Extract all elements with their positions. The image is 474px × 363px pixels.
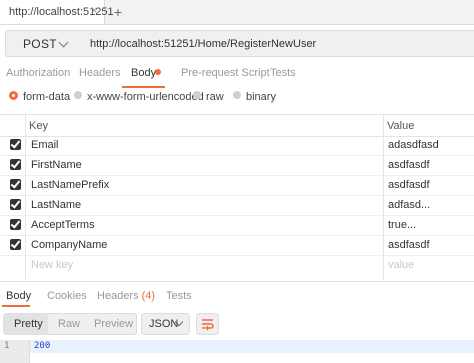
close-icon[interactable]: × xyxy=(91,5,97,17)
url-text: http://localhost:51251/Home/RegisterNewU… xyxy=(90,38,317,50)
row-key[interactable]: AcceptTerms xyxy=(31,219,95,231)
active-line-highlight xyxy=(30,340,474,353)
tab-tests[interactable]: Tests xyxy=(270,67,296,79)
form-data-table: Key Value Email adasdfasd FirstName asdf… xyxy=(0,114,474,280)
active-tab-underline xyxy=(122,86,165,88)
method-select[interactable]: POST xyxy=(5,30,80,57)
radio-raw[interactable] xyxy=(193,91,201,99)
response-headers-label: Headers xyxy=(97,290,139,302)
checkbox-checked-icon[interactable] xyxy=(10,159,21,170)
format-preview-button[interactable]: Preview xyxy=(94,318,133,330)
line-gutter: 1 xyxy=(0,340,30,363)
tab-authorization[interactable]: Authorization xyxy=(6,67,70,79)
key-column-header: Key xyxy=(29,120,48,132)
tab-strip: http://localhost:51251 × + xyxy=(0,0,474,25)
table-header: Key Value xyxy=(0,114,474,137)
row-value[interactable]: adfasd... xyxy=(388,199,430,211)
new-tab-button[interactable]: + xyxy=(108,3,128,21)
url-input[interactable]: http://localhost:51251/Home/RegisterNewU… xyxy=(79,30,474,57)
response-tab-tests[interactable]: Tests xyxy=(166,290,192,302)
new-key-input[interactable]: New key xyxy=(31,259,73,271)
radio-binary[interactable] xyxy=(233,91,241,99)
tab-headers[interactable]: Headers xyxy=(79,67,121,79)
row-key[interactable]: LastName xyxy=(31,199,81,211)
method-label: POST xyxy=(23,37,57,51)
wrap-lines-button[interactable] xyxy=(196,313,219,335)
checkbox-checked-icon[interactable] xyxy=(10,179,21,190)
body-indicator-dot xyxy=(155,69,161,75)
checkbox-checked-icon[interactable] xyxy=(10,139,21,150)
headers-count: (4) xyxy=(141,290,156,302)
radio-label-urlencoded: x-www-form-urlencoded xyxy=(87,91,204,103)
response-tab-headers[interactable]: Headers (4) xyxy=(97,290,155,302)
format-toggle-group: Pretty Raw Preview xyxy=(3,313,137,335)
row-key[interactable]: Email xyxy=(31,139,59,151)
table-row: Email adasdfasd xyxy=(0,135,474,156)
language-select[interactable]: JSON xyxy=(141,313,190,335)
checkbox-checked-icon[interactable] xyxy=(10,199,21,210)
radio-form-data[interactable] xyxy=(9,91,18,100)
row-value[interactable]: asdfasdf xyxy=(388,159,430,171)
response-tab-body[interactable]: Body xyxy=(6,290,31,302)
new-row: New key value xyxy=(0,255,474,275)
format-raw-button[interactable]: Raw xyxy=(58,318,80,330)
radio-label-raw: raw xyxy=(206,91,224,103)
new-value-input[interactable]: value xyxy=(388,259,414,271)
row-key[interactable]: LastNamePrefix xyxy=(31,179,109,191)
request-tab-title: http://localhost:51251 xyxy=(9,6,114,18)
checkbox-checked-icon[interactable] xyxy=(10,239,21,250)
row-value[interactable]: asdfasdf xyxy=(388,239,430,251)
wrap-lines-icon xyxy=(202,319,214,331)
table-row: AcceptTerms true... xyxy=(0,215,474,236)
row-value[interactable]: adasdfasd xyxy=(388,139,439,151)
checkbox-checked-icon[interactable] xyxy=(10,219,21,230)
tab-pre-request-script[interactable]: Pre-request Script xyxy=(181,67,270,79)
tab-body[interactable]: Body xyxy=(131,67,156,79)
table-row: LastName adfasd... xyxy=(0,195,474,216)
response-divider xyxy=(0,281,474,282)
radio-label-binary: binary xyxy=(246,91,276,103)
row-value[interactable]: asdfasdf xyxy=(388,179,430,191)
language-label: JSON xyxy=(149,318,179,330)
table-row: LastNamePrefix asdfasdf xyxy=(0,175,474,196)
response-active-underline xyxy=(2,305,30,307)
chevron-down-icon xyxy=(58,37,69,48)
radio-label-form-data: form-data xyxy=(23,91,71,103)
request-tab[interactable]: http://localhost:51251 × xyxy=(0,0,114,24)
format-pretty-button[interactable]: Pretty xyxy=(14,318,43,330)
table-row: CompanyName asdfasdf xyxy=(0,235,474,256)
value-column-header: Value xyxy=(387,120,415,132)
row-key[interactable]: CompanyName xyxy=(31,239,107,251)
response-code: 200 xyxy=(34,341,51,351)
response-body-editor[interactable]: 1 200 xyxy=(0,340,474,363)
response-tab-cookies[interactable]: Cookies xyxy=(47,290,87,302)
row-key[interactable]: FirstName xyxy=(31,159,82,171)
row-value[interactable]: true... xyxy=(388,219,416,231)
table-row: FirstName asdfasdf xyxy=(0,155,474,176)
radio-urlencoded[interactable] xyxy=(74,91,82,99)
line-number: 1 xyxy=(4,341,10,351)
